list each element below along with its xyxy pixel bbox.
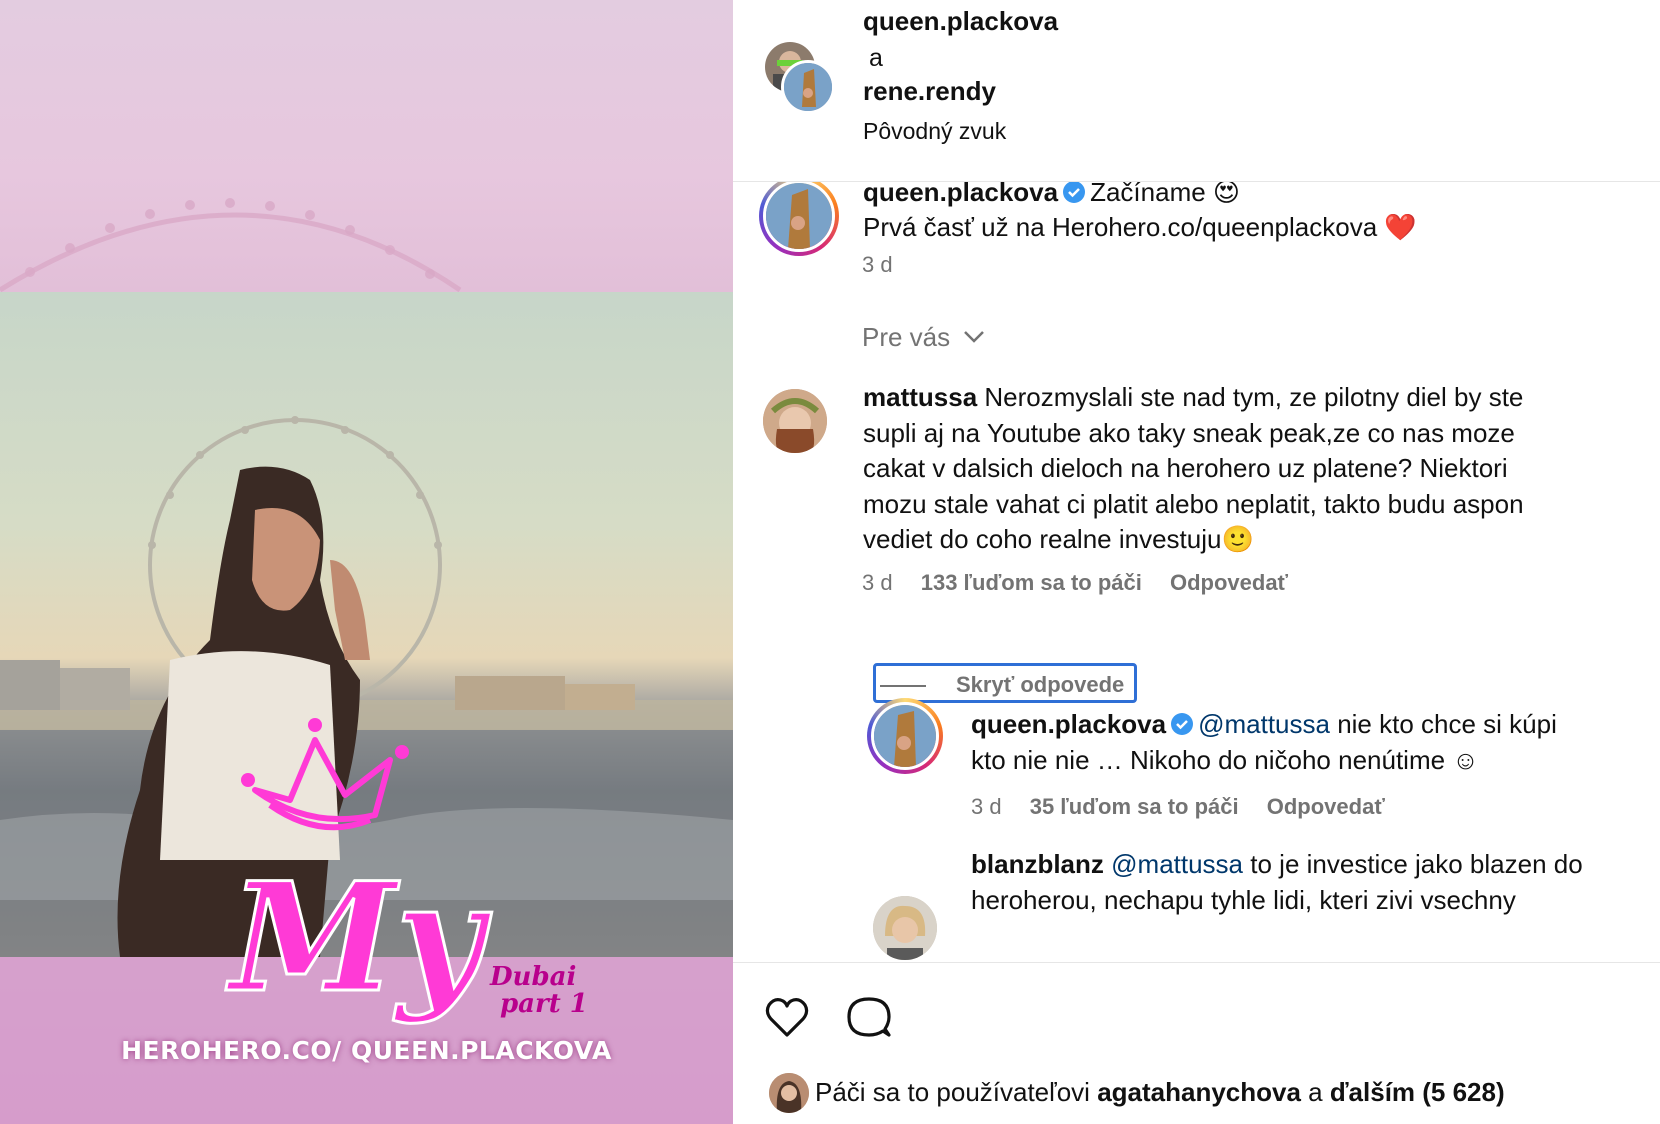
- header-username-1[interactable]: queen.plackova: [863, 6, 1058, 37]
- comment-time: 3 d: [862, 570, 893, 595]
- overlay-title: My: [225, 850, 492, 1026]
- comment-mattussa-line-4: mozu stale vahat ci platit alebo neplati…: [863, 489, 1524, 519]
- mention-link[interactable]: @mattussa: [1198, 709, 1330, 739]
- caption-avatar[interactable]: [759, 182, 839, 256]
- comment-mattussa-line-1: mattussa Nerozmyslali ste nad tym, ze pi…: [863, 379, 1523, 415]
- comment-icon[interactable]: [845, 993, 893, 1041]
- reply-meta: 3 d 35 ľuďom sa to páči Odpovedať: [971, 794, 1385, 820]
- overlay-url: HEROHERO.CO/ QUEEN.PLACKOVA: [121, 1036, 612, 1065]
- reply-text-1: to je investice jako blazen do: [1243, 849, 1583, 879]
- original-audio-link[interactable]: Pôvodný zvuk: [863, 118, 1006, 145]
- header-conjunction: a: [869, 44, 883, 72]
- hide-replies-button[interactable]: Skryť odpovede: [873, 663, 1137, 703]
- avatar-mattussa[interactable]: [763, 389, 827, 453]
- caption-line-1: queen.plackova Začíname 😍: [863, 182, 1240, 210]
- comment-filter-label: Pre vás: [862, 322, 951, 352]
- comments-scroll[interactable]: queen.plackova Začíname 😍 Prvá časť už na…: [733, 182, 1660, 962]
- collab-avatars[interactable]: [765, 42, 835, 114]
- verified-badge-icon: [1063, 182, 1086, 203]
- avatar-queen[interactable]: [781, 60, 835, 114]
- overlay-subtitle-2: part 1: [500, 989, 588, 1019]
- comment-text: Nerozmyslali ste nad tym, ze pilotny die…: [984, 382, 1524, 412]
- header-username-2[interactable]: rene.rendy: [863, 76, 996, 107]
- liker-username[interactable]: agatahanychova: [1097, 1077, 1301, 1107]
- avatar-blanzblanz[interactable]: [873, 896, 937, 960]
- overlay-subtitle-1: Dubai: [489, 962, 576, 992]
- verified-badge-icon: [1171, 713, 1194, 735]
- comment-likes-link[interactable]: 133 ľuďom sa to páči: [921, 570, 1142, 595]
- post-media[interactable]: My Dubai part 1 HEROHERO.CO/ QUEEN.PLACK…: [0, 0, 733, 1124]
- reply-button[interactable]: Odpovedať: [1267, 794, 1385, 819]
- heart-icon[interactable]: [763, 993, 811, 1041]
- caption-username[interactable]: queen.plackova: [863, 182, 1058, 207]
- reply-username[interactable]: queen.plackova: [971, 709, 1166, 739]
- reply-queen-line-2: kto nie nie … Nikoho do ničoho nenútime …: [971, 745, 1479, 775]
- reply-blanz-line-1: blanzblanz @mattussa to je investice jak…: [971, 846, 1583, 882]
- post-sidebar: queen.plackova a rene.rendy Pôvodný zvuk…: [733, 0, 1660, 1124]
- post-actions: Páči sa to používateľovi agatahanychova …: [733, 962, 1660, 1124]
- comment-mattussa-line-5: vediet do coho realne investuju🙂: [863, 524, 1254, 554]
- likes-prefix: Páči sa to používateľovi: [815, 1077, 1098, 1107]
- caption-text-1: Začíname 😍: [1090, 182, 1241, 207]
- comment-mattussa-line-3: cakat v dalsich dieloch na herohero uz p…: [863, 453, 1508, 483]
- hide-replies-label: Skryť odpovede: [956, 672, 1125, 697]
- reply-likes-link[interactable]: 35 ľuďom sa to páči: [1030, 794, 1239, 819]
- mention-link[interactable]: @mattussa: [1111, 849, 1243, 879]
- liker-avatar[interactable]: [769, 1073, 809, 1113]
- reply-button[interactable]: Odpovedať: [1170, 570, 1288, 595]
- reply-queen-line-1: queen.plackova @mattussa nie kto chce si …: [971, 706, 1557, 742]
- likes-summary: Páči sa to používateľovi agatahanychova …: [815, 1077, 1505, 1108]
- caption-text-2: Prvá časť už na Herohero.co/queenplackov…: [863, 212, 1417, 242]
- likes-middle: a: [1300, 1077, 1330, 1107]
- chevron-down-icon: [964, 331, 985, 343]
- reply-avatar-queen[interactable]: [867, 698, 943, 774]
- comment-filter[interactable]: Pre vás: [862, 322, 985, 353]
- comment-meta: 3 d 133 ľuďom sa to páči Odpovedať: [862, 570, 1288, 596]
- media-artwork: My Dubai part 1: [0, 198, 733, 1124]
- likes-others-link[interactable]: ďalším (5 628): [1330, 1077, 1505, 1107]
- post-header: queen.plackova a rene.rendy Pôvodný zvuk: [733, 0, 1660, 182]
- reply-username[interactable]: blanzblanz: [971, 849, 1104, 879]
- caption-time: 3 d: [862, 252, 893, 277]
- comment-username[interactable]: mattussa: [863, 382, 977, 412]
- comment-mattussa-line-2: supli aj na Youtube ako taky sneak peak,…: [863, 418, 1515, 448]
- reply-time: 3 d: [971, 794, 1002, 819]
- reply-text-1: nie kto chce si kúpi: [1329, 709, 1557, 739]
- reply-blanz-line-2: heroherou, nechapu tyhle lidi, kteri ziv…: [971, 885, 1516, 915]
- divider-line: [880, 685, 926, 687]
